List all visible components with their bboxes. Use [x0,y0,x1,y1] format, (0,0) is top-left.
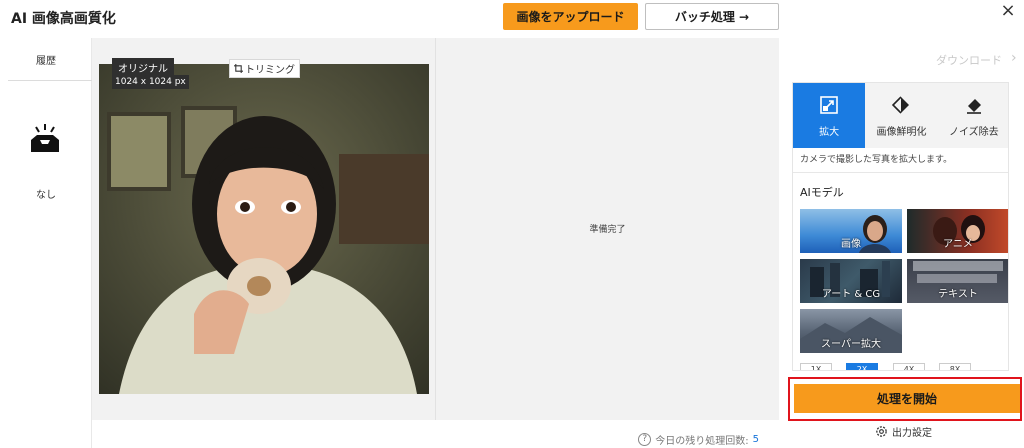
enlarge-icon [820,96,838,114]
model-text[interactable]: テキスト [907,259,1008,303]
model-super-enlarge[interactable]: スーパー拡大 [800,309,902,353]
history-label: 履歴 [36,56,56,67]
model-photo[interactable]: 画像 [800,209,902,253]
help-icon[interactable]: ? [638,433,652,446]
output-settings-button[interactable]: 出力設定 [875,424,932,439]
model-art-cg[interactable]: アート & CG [800,259,902,303]
ai-model-title: AIモデル [800,186,844,199]
scale-2x-button[interactable]: 2X [846,363,878,370]
remaining-label: 今日の残り処理回数: [655,436,749,447]
tab-sharpen-label: 画像鮮明化 [876,127,927,138]
original-image [99,64,429,394]
remaining-count: 5 [752,434,759,445]
mode-description: カメラで撮影した写真を拡大します。 [793,148,1008,173]
trim-button-label: トリミング [245,65,295,76]
model-text-label: テキスト [938,289,978,300]
ready-status: 準備完了 [589,225,626,235]
model-super-enlarge-label: スーパー拡大 [821,339,881,350]
model-anime[interactable]: アニメ [907,209,1008,253]
settings-panel: ダウンロード › 拡大 画像鮮明化 ノイズ除去 カメラで撮影した写真を拡大します… [779,38,1024,448]
scale-1x-button[interactable]: 1X [800,363,832,370]
batch-process-button[interactable]: バッチ処理 → [645,3,779,30]
history-sidebar: 履歴 なし [0,38,92,448]
workspace: オリジナル 1024 x 1024 px トリミング 準備完了 [92,38,779,420]
remaining-count-info: ? 今日の残り処理回数: 5 [638,432,759,447]
eraser-icon [966,99,981,114]
scale-selector: 1X 2X 4X 8X [793,363,1008,370]
tab-enlarge-label: 拡大 [819,127,840,138]
upload-image-button[interactable]: 画像をアップロード [503,3,638,30]
tab-denoise-label: ノイズ除去 [948,127,999,138]
trim-button[interactable]: トリミング [229,59,300,78]
mode-tabs: 拡大 画像鮮明化 ノイズ除去 [793,83,1008,148]
chevron-right-icon: › [1011,50,1017,66]
start-processing-button[interactable]: 処理を開始 [794,384,1020,413]
empty-history-label: なし [36,190,56,201]
output-settings-label: 出力設定 [892,428,932,439]
processing-settings: 拡大 画像鮮明化 ノイズ除去 カメラで撮影した写真を拡大します。 AIモデル 画… [792,82,1009,371]
empty-tray-icon [31,124,59,152]
sidebar-divider [8,80,92,81]
gear-icon [876,426,887,437]
tab-sharpen[interactable]: 画像鮮明化 [865,83,937,148]
scale-4x-button[interactable]: 4X [893,363,925,370]
model-photo-label: 画像 [841,239,861,250]
image-size-tag: 1024 x 1024 px [112,75,189,89]
tab-denoise[interactable]: ノイズ除去 [938,83,1008,148]
crop-icon [234,64,243,73]
footer-bar: ? 今日の残り処理回数: 5 [92,420,779,448]
download-link[interactable]: ダウンロード [936,52,1002,68]
app-title: AI 画像高画質化 [11,11,116,27]
close-icon[interactable]: × [996,0,1020,24]
model-anime-label: アニメ [943,239,973,250]
top-bar: AI 画像高画質化 画像をアップロード バッチ処理 → × [0,0,1024,38]
model-art-cg-label: アート & CG [821,289,881,300]
scale-8x-button[interactable]: 8X [939,363,971,370]
tab-enlarge[interactable]: 拡大 [793,83,866,148]
sharpen-icon [892,96,910,114]
